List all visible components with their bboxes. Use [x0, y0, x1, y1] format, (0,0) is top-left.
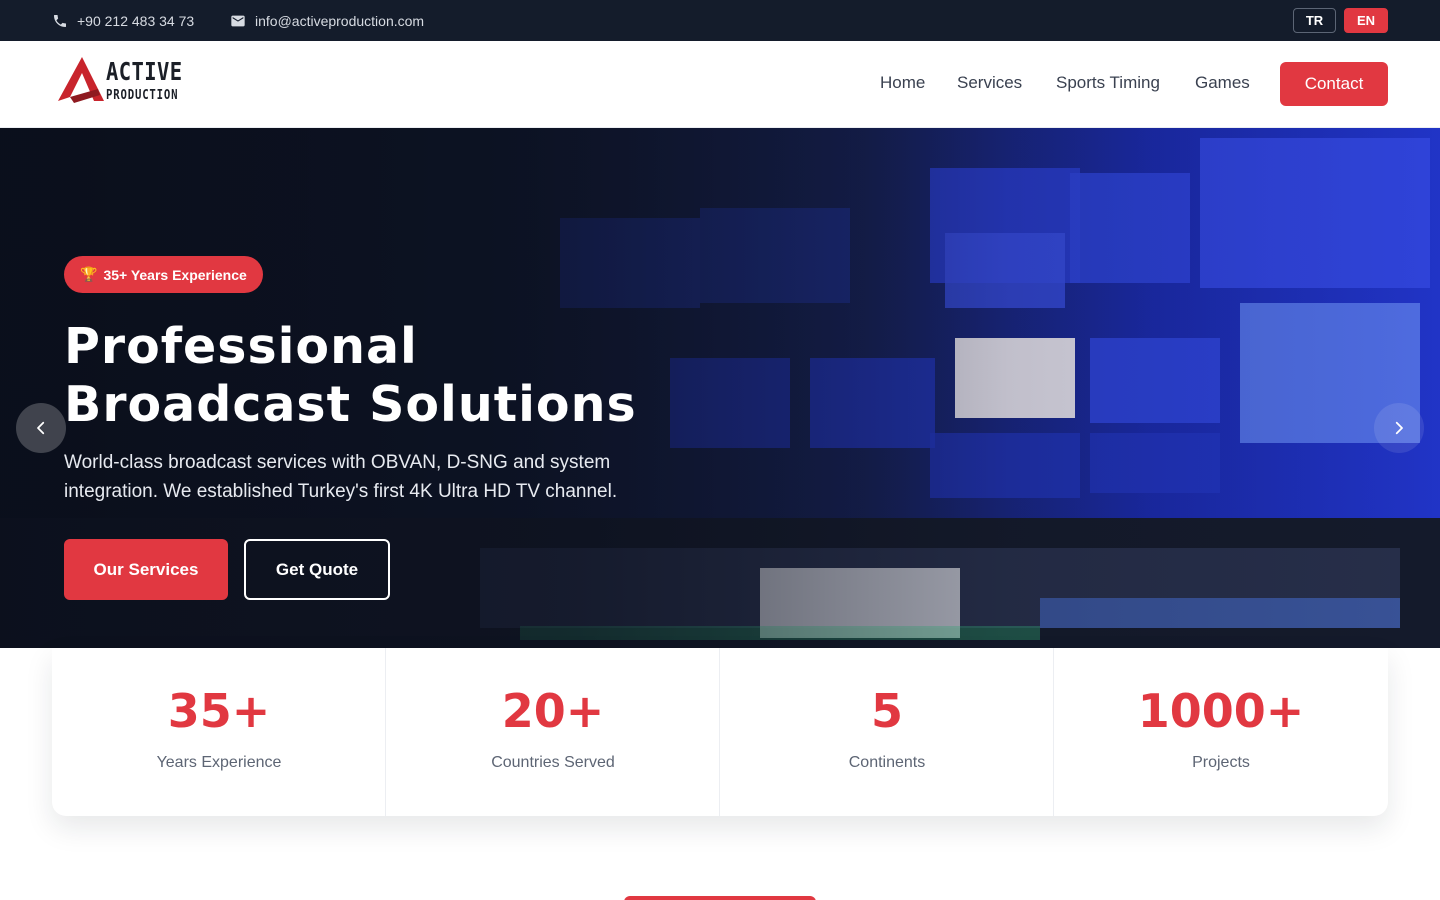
nav-games-link[interactable]: Games [1195, 73, 1250, 93]
mail-icon [230, 13, 246, 29]
logo-text-active: ACTIVE [106, 57, 183, 86]
top-contact-bar: +90 212 483 34 73 info@activeproduction.… [0, 0, 1440, 41]
hero-title-line-1: Professional [64, 318, 418, 375]
section-tag-pill [624, 896, 816, 900]
stats-panel: 35+ Years Experience 20+ Countries Serve… [52, 648, 1388, 816]
hero-title-line-2: Broadcast Solutions [64, 376, 637, 433]
slider-prev-button[interactable] [16, 403, 66, 453]
phone-number: +90 212 483 34 73 [77, 12, 195, 29]
stat-card: 20+ Countries Served [386, 648, 720, 816]
stat-card: 1000+ Projects [1054, 648, 1388, 816]
nav-services-link[interactable]: Services [957, 73, 1022, 93]
brand-logo[interactable]: ACTIVE PRODUCTION [54, 53, 194, 109]
hero-description: World-class broadcast services with OBVA… [64, 452, 618, 502]
email-link[interactable]: info@activeproduction.com [230, 0, 424, 41]
chevron-right-icon [1395, 421, 1403, 435]
stat-card: 5 Continents [720, 648, 1054, 816]
hero-title: Professional Broadcast Solutions [64, 318, 764, 434]
our-services-button[interactable]: Our Services [64, 539, 228, 600]
language-en-button[interactable]: EN [1344, 8, 1388, 33]
phone-link[interactable]: +90 212 483 34 73 [52, 0, 194, 41]
experience-badge: 🏆 35+ Years Experience [64, 256, 263, 293]
trophy-icon: 🏆 [80, 266, 98, 282]
stat-label: Projects [1192, 754, 1250, 771]
main-navbar: ACTIVE PRODUCTION Home Services Sports T… [0, 41, 1440, 128]
stat-card: 35+ Years Experience [52, 648, 386, 816]
nav-home-link[interactable]: Home [880, 73, 925, 93]
experience-badge-label: 35+ Years Experience [103, 266, 247, 283]
get-quote-button[interactable]: Get Quote [244, 539, 390, 600]
stat-value: 20+ [501, 684, 605, 738]
language-tr-button[interactable]: TR [1293, 8, 1336, 33]
chevron-left-icon [37, 421, 45, 435]
stat-value: 35+ [167, 684, 271, 738]
logo-mark-icon [58, 57, 104, 103]
contact-button[interactable]: Contact [1280, 62, 1388, 106]
phone-icon [52, 13, 68, 29]
hero-slider: 🏆 35+ Years Experience Professional Broa… [0, 128, 1440, 648]
logo-text-production: PRODUCTION [106, 88, 179, 103]
stat-value: 5 [870, 684, 903, 738]
stat-label: Countries Served [491, 754, 615, 771]
stat-label: Years Experience [156, 754, 282, 771]
stat-value: 1000+ [1137, 684, 1305, 738]
stat-label: Continents [848, 754, 926, 771]
slider-next-button[interactable] [1374, 403, 1424, 453]
email-address: info@activeproduction.com [255, 12, 425, 29]
nav-sports-timing-link[interactable]: Sports Timing [1056, 73, 1160, 93]
